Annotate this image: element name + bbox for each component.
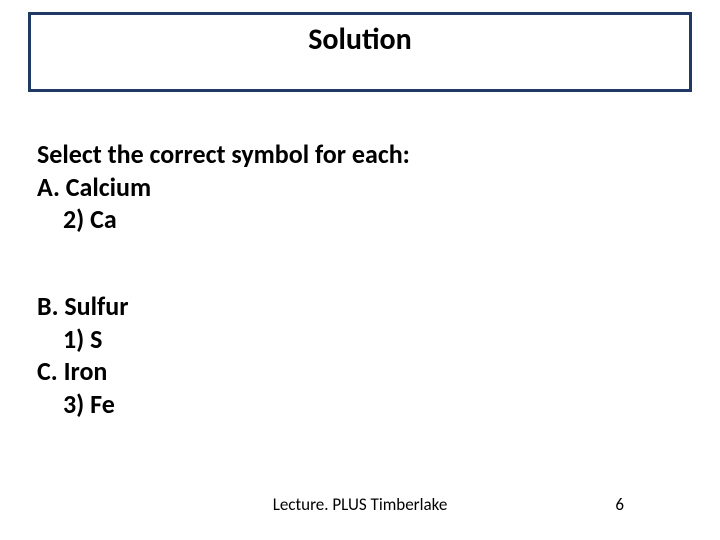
slide-title: Solution bbox=[308, 21, 412, 58]
body-block-2: B. Sulfur 1) S C. Iron 3) Fe bbox=[37, 290, 677, 420]
item-c-label: C. Iron bbox=[37, 355, 677, 388]
item-b-label: B. Sulfur bbox=[37, 290, 677, 323]
item-c-answer: 3) Fe bbox=[37, 388, 677, 421]
title-box: Solution bbox=[28, 12, 692, 92]
footer-center: Lecture. PLUS Timberlake bbox=[0, 494, 720, 515]
body-block-1: Select the correct symbol for each: A. C… bbox=[37, 138, 677, 236]
item-a-answer: 2) Ca bbox=[37, 203, 677, 236]
prompt-text: Select the correct symbol for each: bbox=[37, 138, 677, 171]
slide: Solution Select the correct symbol for e… bbox=[0, 0, 720, 540]
item-a-label: A. Calcium bbox=[37, 171, 677, 204]
page-number: 6 bbox=[615, 494, 624, 515]
item-b-answer: 1) S bbox=[37, 323, 677, 356]
